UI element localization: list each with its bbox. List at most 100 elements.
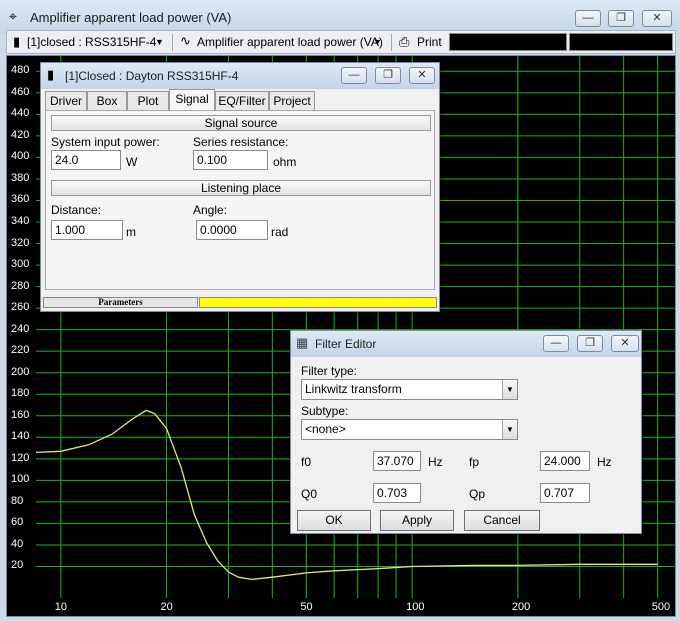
y-tick-label: 400	[11, 150, 30, 163]
print-button[interactable]: Print	[417, 35, 442, 49]
chevron-down-icon[interactable]: ▼	[502, 380, 517, 399]
speaker-icon: ▮	[47, 67, 55, 82]
series-resistance-field[interactable]: 0.100	[193, 150, 268, 170]
speaker-icon: ▮	[13, 34, 21, 49]
y-tick-label: 480	[11, 64, 30, 77]
toolbar: ▮ [1]closed : RSS315HF-4 ▼ ∿ Amplifier a…	[6, 30, 676, 54]
f0-field[interactable]: 37.070	[373, 451, 421, 471]
minimize-button[interactable]: —	[575, 10, 601, 27]
x-tick-label: 20	[160, 601, 173, 613]
driver-properties-window: ▮ [1]Closed : Dayton RSS315HF-4 — ❐ ✕ Dr…	[40, 62, 440, 312]
child-title-bar: ▮ [1]Closed : Dayton RSS315HF-4 — ❐ ✕	[41, 63, 439, 89]
angle-label: Angle:	[193, 203, 228, 217]
restore-button[interactable]: ❐	[608, 10, 634, 27]
status-parameters: Parameters	[43, 297, 198, 308]
distance-field[interactable]: 1.000	[51, 220, 123, 240]
watt-unit: W	[126, 155, 138, 169]
filter-type-select[interactable]: Linkwitz transform ▼	[301, 379, 518, 400]
filter-type-value: Linkwitz transform	[305, 382, 402, 396]
system-input-power-label: System input power:	[51, 135, 160, 149]
apply-button[interactable]: Apply	[380, 510, 454, 531]
y-tick-label: 80	[11, 494, 24, 507]
x-tick-label: 10	[54, 601, 68, 613]
project-combo[interactable]: [1]closed : RSS315HF-4	[27, 35, 156, 49]
y-tick-label: 240	[11, 322, 30, 335]
chart-combo[interactable]: Amplifier apparent load power (VA)	[197, 35, 383, 49]
y-tick-label: 60	[11, 516, 24, 529]
q0-field[interactable]: 0.703	[373, 483, 421, 503]
chevron-down-icon[interactable]: ▼	[373, 37, 382, 47]
chevron-down-icon[interactable]: ▼	[155, 37, 164, 47]
series-resistance-label: Series resistance:	[193, 135, 289, 149]
x-tick-label: 50	[300, 601, 313, 613]
y-tick-label: 420	[11, 128, 30, 141]
chevron-down-icon[interactable]: ▼	[502, 420, 517, 439]
minimize-button[interactable]: —	[341, 67, 367, 84]
y-tick-label: 360	[11, 193, 30, 206]
system-input-power-field[interactable]: 24.0	[51, 150, 121, 170]
printer-icon[interactable]: ⎙	[399, 34, 409, 50]
y-tick-label: 300	[11, 258, 30, 271]
radian-unit: rad	[271, 225, 289, 239]
filter-type-label: Filter type:	[301, 364, 358, 378]
filter-editor-title: Filter Editor	[315, 337, 377, 351]
signal-source-header: Signal source	[51, 115, 431, 131]
tab-eq-filter[interactable]: EQ/Filter	[215, 91, 269, 110]
y-tick-label: 100	[11, 473, 30, 486]
ohm-unit: ohm	[273, 155, 297, 169]
y-tick-label: 180	[11, 387, 30, 400]
y-tick-label: 40	[11, 537, 24, 550]
qp-label: Qp	[469, 487, 486, 501]
y-tick-label: 20	[11, 559, 24, 572]
y-tick-label: 120	[11, 451, 30, 464]
x-tick-label: 500	[651, 601, 671, 613]
x-tick-label: 100	[406, 601, 425, 613]
tab-box[interactable]: Box	[87, 91, 127, 110]
close-button[interactable]: ✕	[409, 67, 435, 84]
minimize-button[interactable]: —	[543, 335, 569, 352]
tab-driver[interactable]: Driver	[45, 91, 87, 110]
fp-field[interactable]: 24.000	[540, 451, 590, 471]
cancel-button[interactable]: Cancel	[464, 510, 540, 531]
tab-plot[interactable]: Plot	[127, 91, 169, 110]
sine-wave-icon: ∿	[180, 33, 191, 48]
y-tick-label: 220	[11, 344, 30, 357]
y-tick-label: 140	[11, 430, 30, 443]
q0-label: Q0	[301, 487, 318, 501]
x-tick-label: 200	[511, 601, 531, 613]
f0-label: f0	[301, 455, 312, 469]
meter-unit: m	[126, 225, 136, 239]
tab-project[interactable]: Project	[269, 91, 315, 110]
y-tick-label: 200	[11, 365, 30, 378]
subtype-value: <none>	[305, 422, 346, 436]
y-tick-label: 380	[11, 171, 30, 184]
listening-place-header: Listening place	[51, 180, 431, 196]
y-tick-label: 440	[11, 107, 30, 120]
tab-signal[interactable]: Signal	[169, 89, 215, 111]
y-tick-label: 320	[11, 236, 30, 249]
filter-editor-title-bar: ▦ Filter Editor — ❐ ✕	[291, 331, 641, 357]
properties-window-title: [1]Closed : Dayton RSS315HF-4	[65, 69, 239, 83]
ok-button[interactable]: OK	[297, 510, 371, 531]
readout-box-2	[569, 33, 673, 51]
fp-label: fp	[469, 455, 480, 469]
y-tick-label: 280	[11, 279, 30, 292]
filter-icon: ▦	[296, 335, 309, 350]
qp-field[interactable]: 0.707	[540, 483, 590, 503]
readout-box-1	[449, 33, 567, 51]
angle-field[interactable]: 0.0000	[196, 220, 268, 240]
close-button[interactable]: ✕	[642, 10, 672, 27]
filter-editor-window: ▦ Filter Editor — ❐ ✕ Filter type: Linkw…	[290, 330, 642, 534]
close-button[interactable]: ✕	[611, 335, 639, 352]
pin-icon: ⌖	[9, 8, 17, 24]
status-indicator	[199, 297, 437, 308]
subtype-label: Subtype:	[301, 404, 349, 418]
f0-unit: Hz	[428, 455, 443, 469]
subtype-select[interactable]: <none> ▼	[301, 419, 518, 440]
fp-unit: Hz	[597, 455, 612, 469]
y-tick-label: 340	[11, 215, 30, 227]
main-title-bar: ⌖ Amplifier apparent load power (VA) — ❐…	[0, 0, 680, 34]
restore-button[interactable]: ❐	[577, 335, 603, 352]
main-window-title: Amplifier apparent load power (VA)	[30, 10, 232, 25]
restore-button[interactable]: ❐	[375, 67, 401, 84]
